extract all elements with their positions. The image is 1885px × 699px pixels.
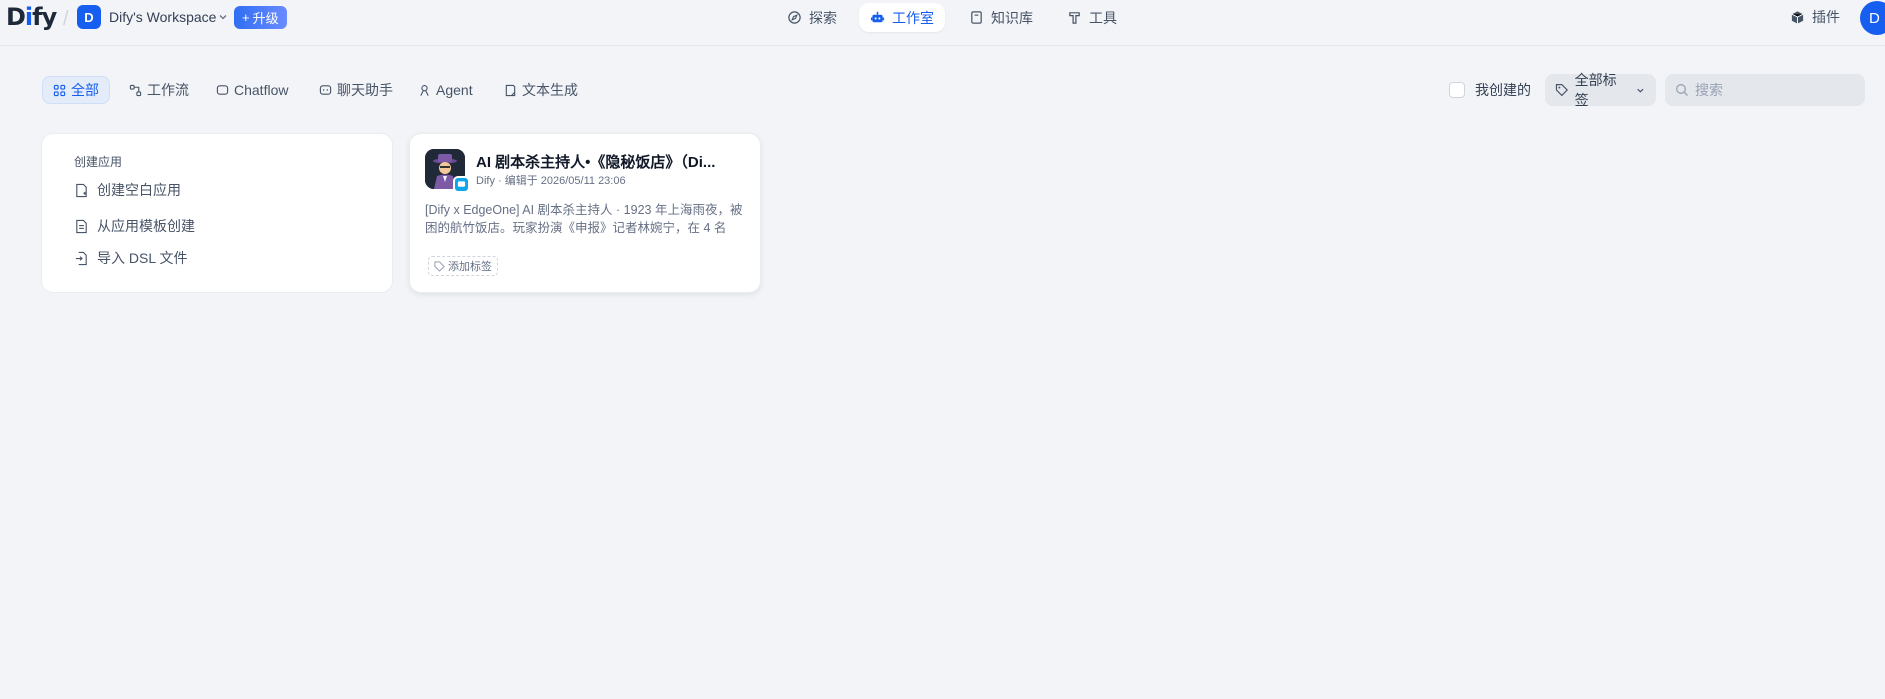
tag-filter-dropdown[interactable]: 全部标签 — [1545, 72, 1656, 108]
app-meta: Dify · 编辑于 2026/05/11 23:06 — [476, 175, 626, 187]
created-by-me-checkbox[interactable] — [1449, 82, 1465, 98]
create-blank-app-button[interactable]: 创建空白应用 — [74, 180, 181, 200]
search-input[interactable] — [1695, 82, 1855, 98]
chat-badge-icon — [453, 176, 470, 193]
top-header: Dify / D Dify's Workspace + 升级 探索 工作室 知识… — [0, 0, 1885, 46]
chat-bubble-icon — [319, 84, 332, 95]
created-by-me-filter[interactable]: 我创建的 — [1449, 80, 1531, 100]
create-from-template-button[interactable]: 从应用模板创建 — [74, 216, 195, 236]
plus-icon: + — [242, 10, 250, 25]
dify-logo[interactable]: Dify — [6, 3, 57, 31]
tag-icon — [434, 260, 445, 272]
import-icon — [75, 251, 87, 265]
breadcrumb-separator: / — [63, 8, 69, 30]
plugins-button[interactable]: 插件 — [1790, 7, 1840, 27]
app-description: [Dify x EdgeOne] AI 剧本杀主持人 · 1923 年上海雨夜，… — [425, 203, 743, 235]
tag-icon — [1555, 84, 1569, 97]
nav-explore[interactable]: 探索 — [776, 3, 848, 32]
user-avatar[interactable]: D — [1860, 1, 1885, 35]
agent-icon — [420, 84, 429, 96]
workspace-avatar[interactable]: D — [77, 5, 101, 29]
compass-icon — [788, 11, 801, 24]
book-icon — [971, 11, 982, 24]
tab-workflow[interactable]: 工作流 — [119, 76, 199, 104]
workspace-name[interactable]: Dify's Workspace — [109, 9, 216, 25]
search-box[interactable] — [1665, 74, 1865, 106]
tab-chat-assistant[interactable]: 聊天助手 — [309, 76, 403, 104]
upgrade-button[interactable]: + 升级 — [234, 6, 287, 29]
hammer-icon — [1069, 12, 1080, 24]
import-dsl-button[interactable]: 导入 DSL 文件 — [74, 248, 188, 268]
chevron-down-icon[interactable] — [217, 11, 229, 23]
tab-agent[interactable]: Agent — [408, 76, 483, 104]
tab-all[interactable]: 全部 — [42, 76, 110, 104]
cube-icon — [1791, 10, 1804, 24]
chevron-down-icon — [1637, 88, 1644, 93]
app-name: AI 剧本杀主持人•《隐秘饭店》（Di... — [476, 154, 716, 171]
robot-icon — [870, 11, 885, 23]
app-card[interactable]: AI 剧本杀主持人•《隐秘饭店》（Di... Dify · 编辑于 2026/0… — [409, 133, 761, 293]
add-tag-button[interactable]: 添加标签 — [428, 256, 498, 276]
chatflow-icon — [216, 84, 229, 95]
template-icon — [76, 219, 87, 233]
nav-knowledge[interactable]: 知识库 — [958, 3, 1044, 32]
nav-tools[interactable]: 工具 — [1056, 3, 1128, 32]
grid-icon — [53, 84, 66, 96]
search-icon — [1676, 84, 1688, 96]
tab-text-generation[interactable]: 文本生成 — [494, 76, 588, 104]
create-app-card: 创建应用 创建空白应用 从应用模板创建 导入 DSL 文件 — [41, 133, 393, 293]
workflow-icon — [129, 84, 142, 96]
tab-chatflow[interactable]: Chatflow — [206, 76, 298, 104]
nav-studio[interactable]: 工作室 — [859, 3, 945, 32]
new-file-icon — [76, 183, 87, 197]
create-app-title: 创建应用 — [74, 155, 123, 169]
document-icon — [505, 84, 516, 96]
